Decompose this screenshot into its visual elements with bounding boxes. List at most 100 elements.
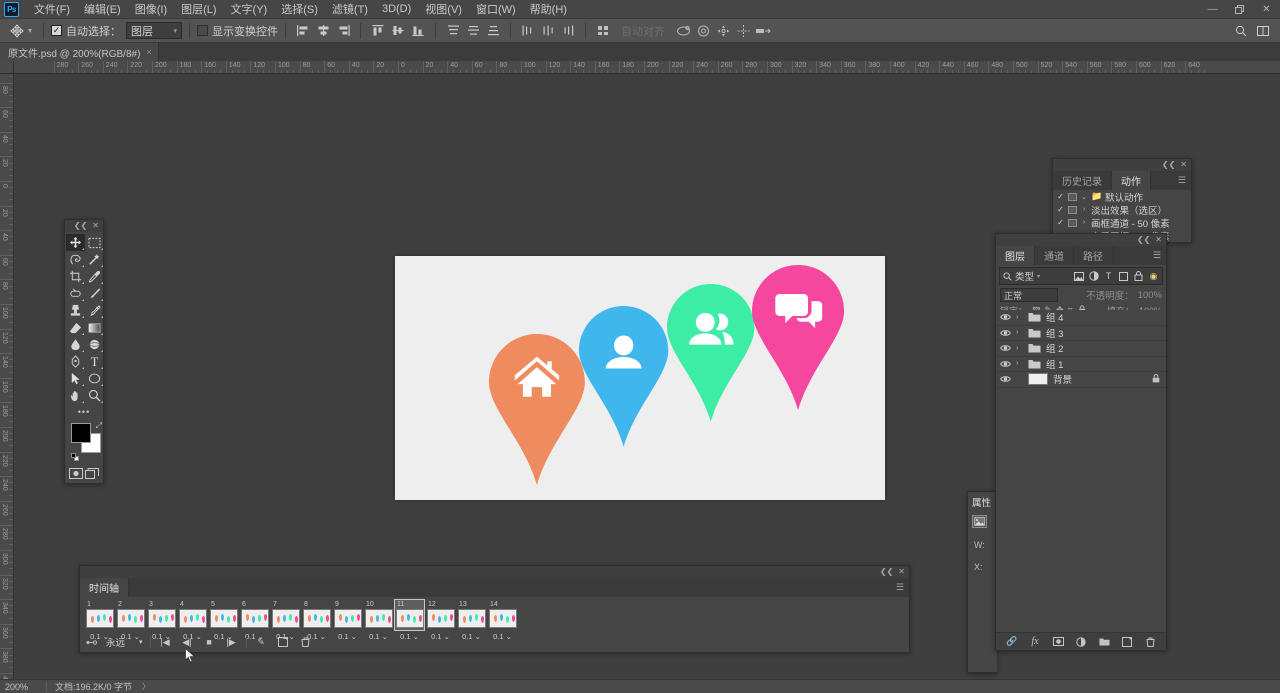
3d-mode-roll-icon[interactable] [693,22,713,40]
foreground-color-swatch[interactable] [71,423,91,443]
healing-brush-tool[interactable] [66,285,85,302]
frame-thumbnail[interactable] [241,609,269,628]
frame-thumbnail[interactable] [272,609,300,628]
rectangular-marquee-tool[interactable] [85,234,104,251]
close-icon[interactable]: ✕ [1180,161,1187,169]
layer-row[interactable]: › 组 4 [996,310,1166,326]
distribute-vertical-centers-icon[interactable] [463,22,483,40]
frame-thumbnail[interactable] [86,609,114,628]
menu-3d[interactable]: 3D(D) [375,1,418,17]
stop-icon[interactable]: ■ [202,636,217,649]
frame-thumbnail[interactable] [179,609,207,628]
3d-mode-slide-icon[interactable] [733,22,753,40]
frame-thumbnail[interactable] [365,609,393,628]
filter-kind-dropdown[interactable]: 类型 ▾ [1003,269,1040,283]
action-row[interactable]: ✓ › 淡出效果（选区） [1053,203,1191,217]
action-toggle-checkbox[interactable]: ✓ [1056,218,1065,227]
collapse-icon[interactable]: ❮❮ [880,568,893,576]
home-pin[interactable] [489,334,585,485]
move-tool[interactable] [66,234,85,251]
frame-box[interactable]: 1 [85,600,114,630]
timeline-frame[interactable]: 11 0.1 ⌄ [394,599,425,641]
frame-box[interactable]: 7 [271,600,300,630]
group-expand-icon[interactable]: › [1016,314,1023,321]
frame-duration[interactable]: 0.1 ⌄ [333,630,362,641]
distribute-horizontal-centers-icon[interactable] [538,22,558,40]
minimize-icon[interactable]: — [1199,0,1226,19]
layer-visibility-toggle[interactable] [1000,344,1011,352]
timeline-frame[interactable]: 14 0.1 ⌄ [487,600,518,641]
frame-thumbnail[interactable] [303,609,331,628]
frame-box[interactable]: 8 [302,600,331,630]
frame-thumbnail[interactable] [489,609,517,628]
menu-edit[interactable]: 编辑(E) [77,0,128,19]
document-tab[interactable]: 原文件.psd @ 200%(RGB/8#) × [0,43,159,61]
action-toggle-checkbox[interactable]: ✓ [1056,205,1065,214]
group-expand-icon[interactable]: › [1016,360,1023,367]
blend-mode-dropdown[interactable]: 正常 [1000,288,1058,302]
frame-duration[interactable]: 0.1 ⌄ [488,630,517,641]
layer-visibility-toggle[interactable] [1000,360,1011,368]
frame-duration[interactable]: 0.1 ⌄ [395,630,424,641]
action-toggle-checkbox[interactable]: ✓ [1056,192,1065,201]
auto-select-checkbox[interactable]: ✓ [51,25,63,36]
frame-thumbnail[interactable] [117,609,145,628]
new-group-icon[interactable] [1098,635,1111,648]
clone-stamp-tool[interactable] [66,302,85,319]
delete-frame-icon[interactable] [298,636,313,649]
frame-thumbnail[interactable] [458,609,486,628]
ruler-corner[interactable] [0,61,14,74]
filter-adjustment-icon[interactable] [1088,271,1099,282]
pen-tool[interactable] [66,353,85,370]
action-dialog-toggle[interactable] [1068,205,1077,214]
blur-tool[interactable] [66,336,85,353]
frame-thumbnail[interactable] [396,609,424,628]
link-layers-icon[interactable]: 🔗 [1006,635,1019,648]
menu-select[interactable]: 选择(S) [274,0,325,19]
brush-tool[interactable] [85,285,104,302]
frame-thumbnail[interactable] [148,609,176,628]
frame-box[interactable]: 14 [488,600,517,630]
menu-file[interactable]: 文件(F) [27,0,77,19]
tab-layers[interactable]: 图层 [996,246,1035,265]
align-distribute-panel-icon[interactable] [593,22,613,40]
menu-view[interactable]: 视图(V) [418,0,469,19]
tween-icon[interactable] [84,636,99,649]
timeline-panel-grip[interactable]: ❮❮ ✕ [80,566,909,578]
panel-menu-icon[interactable]: ☰ [891,578,909,597]
zoom-level[interactable]: 200% [0,682,46,692]
menu-help[interactable]: 帮助(H) [523,0,574,19]
3d-mode-rotate-icon[interactable] [673,22,693,40]
duplicate-frame-icon[interactable] [276,636,291,649]
screen-mode-icon[interactable] [84,467,100,480]
loop-dropdown[interactable]: 永远 ▾ [106,635,143,649]
layers-panel-grip[interactable]: ❮❮ ✕ [996,234,1166,246]
frame-box[interactable]: 12 [426,600,455,630]
action-row[interactable]: ✓ › 画框通道 - 50 像素 [1053,216,1191,230]
select-previous-frame-icon[interactable]: ◀| [180,636,195,649]
type-tool[interactable]: T [85,353,104,370]
3d-mode-drag-icon[interactable] [713,22,733,40]
eraser-tool[interactable] [66,319,85,336]
expand-arrow-icon[interactable]: › [1080,219,1088,226]
align-right-edges-icon[interactable] [333,22,353,40]
show-transform-checkbox[interactable]: ✓ [197,25,209,36]
gradient-tool[interactable] [85,319,104,336]
filter-toggle-icon[interactable]: ◉ [1148,271,1159,282]
default-colors-icon[interactable] [71,453,79,461]
crop-tool[interactable] [66,268,85,285]
user-pin[interactable] [579,306,669,447]
action-dialog-toggle[interactable] [1068,218,1077,227]
distribute-left-edges-icon[interactable] [518,22,538,40]
opacity-value[interactable]: 100% [1138,290,1162,301]
action-dialog-toggle[interactable] [1068,192,1077,201]
menu-type[interactable]: 文字(Y) [224,0,275,19]
hand-tool[interactable] [66,387,85,404]
align-left-edges-icon[interactable] [293,22,313,40]
filter-type-icon[interactable]: T [1103,271,1114,282]
toolbox-grip[interactable]: ❮❮ ✕ [65,220,103,232]
align-horizontal-centers-icon[interactable] [313,22,333,40]
distribute-right-edges-icon[interactable] [558,22,578,40]
distribute-bottom-edges-icon[interactable] [483,22,503,40]
frame-thumbnail[interactable] [427,609,455,628]
